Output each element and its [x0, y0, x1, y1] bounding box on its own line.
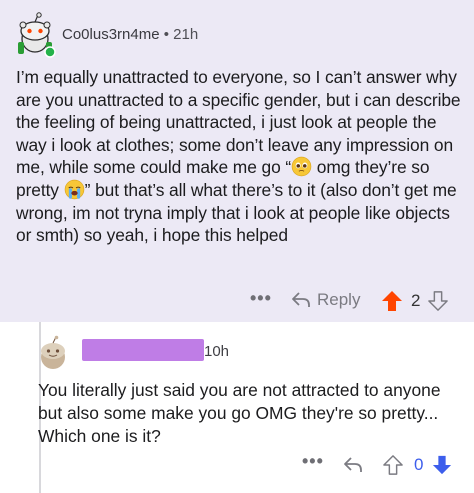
- crying-face-emoji: [64, 179, 84, 200]
- reply-arrow-icon[interactable]: [343, 456, 363, 474]
- downvote-arrow-icon[interactable]: [428, 290, 449, 312]
- more-options-button[interactable]: •••: [302, 451, 324, 472]
- comment-actions: ••• 0: [0, 451, 474, 477]
- username[interactable]: Co0lus3rn4me: [62, 26, 160, 43]
- comment-timestamp: 21h: [173, 26, 199, 43]
- comment-timestamp: 10h: [204, 343, 230, 360]
- meta-separator: •: [163, 26, 169, 43]
- reply-arrow-icon: [292, 292, 310, 307]
- redacted-username: [82, 339, 204, 361]
- vote-count: 2: [411, 291, 421, 310]
- downvote-arrow-icon[interactable]: [432, 454, 452, 476]
- upvote-arrow-icon[interactable]: [381, 290, 403, 312]
- vote-count: 0: [414, 455, 424, 474]
- upvote-arrow-icon[interactable]: [383, 454, 403, 476]
- vote-controls: 2: [381, 290, 449, 312]
- reply-button[interactable]: Reply: [291, 290, 360, 310]
- comment-body: I’m equally unattracted to everyone, so …: [16, 66, 462, 247]
- comment-card-top: Co0lus3rn4me • 21h I’m equally unattract…: [0, 0, 474, 322]
- snoo-avatar-icon[interactable]: [14, 12, 56, 58]
- comment-actions: ••• Reply 2: [0, 288, 474, 314]
- reply-label: Reply: [317, 290, 361, 309]
- comment-body: You literally just said you are not attr…: [38, 380, 441, 446]
- pleading-face-emoji: [291, 157, 312, 177]
- more-options-button[interactable]: •••: [250, 288, 272, 309]
- snoo-avatar-icon[interactable]: [36, 335, 70, 371]
- comment-meta: Co0lus3rn4me • 21h: [62, 26, 198, 43]
